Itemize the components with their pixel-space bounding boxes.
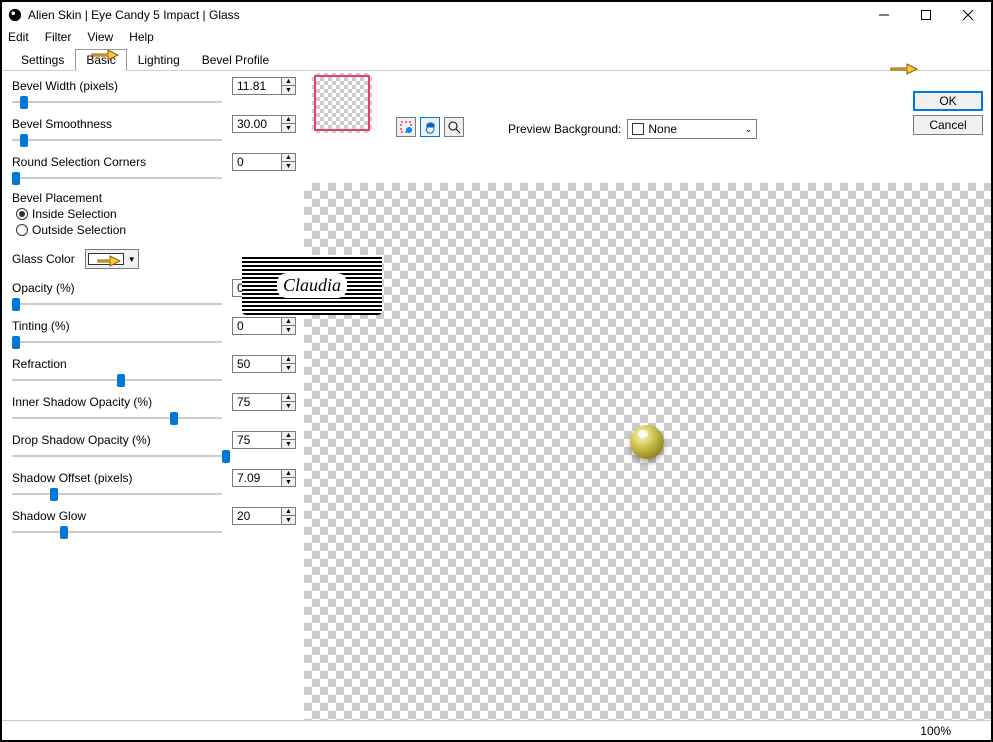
preview-background-dropdown[interactable]: None ⌄ <box>627 119 757 139</box>
slider-bevel-width[interactable] <box>12 97 222 107</box>
radio-outside-selection[interactable]: Outside Selection <box>12 223 296 237</box>
label-opacity: Opacity (%) <box>12 281 75 295</box>
slider-tinting[interactable] <box>12 337 222 347</box>
preview-area: Preview Background: None ⌄ OK Cancel Cla… <box>304 71 991 721</box>
pointer-hand-icon <box>96 252 122 268</box>
input-drop-shadow[interactable]: ▲▼ <box>232 431 296 449</box>
label-refraction: Refraction <box>12 357 67 371</box>
label-bevel-placement: Bevel Placement <box>12 191 102 205</box>
label-bevel-width: Bevel Width (pixels) <box>12 79 118 93</box>
close-button[interactable] <box>947 3 989 27</box>
none-swatch-icon <box>632 123 644 135</box>
label-drop-shadow: Drop Shadow Opacity (%) <box>12 433 151 447</box>
ok-button[interactable]: OK <box>913 91 983 111</box>
slider-inner-shadow[interactable] <box>12 413 222 423</box>
label-inner-shadow: Inner Shadow Opacity (%) <box>12 395 152 409</box>
input-bevel-smooth[interactable]: ▲▼ <box>232 115 296 133</box>
zoom-tool-icon[interactable] <box>444 117 464 137</box>
label-glass-color: Glass Color <box>12 252 75 266</box>
app-icon <box>8 8 22 22</box>
tab-lighting[interactable]: Lighting <box>127 49 191 71</box>
glass-color-picker[interactable]: ▼ <box>85 249 139 269</box>
tab-bevel-profile[interactable]: Bevel Profile <box>191 49 280 71</box>
zoom-level: 100% <box>920 724 951 738</box>
slider-shadow-offset[interactable] <box>12 489 222 499</box>
spin-up-icon[interactable]: ▲ <box>282 78 295 86</box>
menu-help[interactable]: Help <box>129 30 154 44</box>
label-preview-background: Preview Background: <box>508 122 621 136</box>
titlebar: Alien Skin | Eye Candy 5 Impact | Glass <box>2 2 991 28</box>
hand-tool-icon[interactable] <box>420 117 440 137</box>
menu-view[interactable]: View <box>87 30 113 44</box>
label-shadow-offset: Shadow Offset (pixels) <box>12 471 133 485</box>
menu-filter[interactable]: Filter <box>45 30 72 44</box>
menubar: Edit Filter View Help <box>2 28 991 46</box>
preview-thumbnail[interactable] <box>312 73 372 133</box>
label-shadow-glow: Shadow Glow <box>12 509 86 523</box>
radio-inside-selection[interactable]: Inside Selection <box>12 207 296 221</box>
tab-settings[interactable]: Settings <box>10 49 75 71</box>
input-inner-shadow[interactable]: ▲▼ <box>232 393 296 411</box>
tabs: Settings Basic Lighting Bevel Profile <box>2 48 991 71</box>
label-tinting: Tinting (%) <box>12 319 70 333</box>
glass-sphere-preview <box>630 425 664 459</box>
slider-refraction[interactable] <box>12 375 222 385</box>
input-round-sel[interactable]: ▲▼ <box>232 153 296 171</box>
cancel-button[interactable]: Cancel <box>913 115 983 135</box>
chevron-down-icon: ▼ <box>128 255 136 264</box>
input-refraction[interactable]: ▲▼ <box>232 355 296 373</box>
tab-basic[interactable]: Basic <box>75 49 126 71</box>
slider-bevel-smooth[interactable] <box>12 135 222 145</box>
input-bevel-width[interactable]: ▲▼ <box>232 77 296 95</box>
preview-canvas[interactable]: Claudia <box>304 183 991 721</box>
maximize-button[interactable] <box>905 3 947 27</box>
slider-drop-shadow[interactable] <box>12 451 222 461</box>
input-shadow-glow[interactable]: ▲▼ <box>232 507 296 525</box>
label-round-sel: Round Selection Corners <box>12 155 146 169</box>
slider-round-sel[interactable] <box>12 173 222 183</box>
slider-opacity[interactable] <box>12 299 222 309</box>
statusbar: 100% <box>2 720 991 740</box>
selection-tool-icon[interactable] <box>396 117 416 137</box>
label-bevel-smooth: Bevel Smoothness <box>12 117 112 131</box>
menu-edit[interactable]: Edit <box>8 30 29 44</box>
slider-shadow-glow[interactable] <box>12 527 222 537</box>
input-shadow-offset[interactable]: ▲▼ <box>232 469 296 487</box>
chevron-down-icon: ⌄ <box>745 124 753 135</box>
window-title: Alien Skin | Eye Candy 5 Impact | Glass <box>28 8 863 22</box>
watermark: Claudia <box>242 255 382 315</box>
settings-panel: Bevel Width (pixels) ▲▼ Bevel Smoothness… <box>2 71 304 721</box>
minimize-button[interactable] <box>863 3 905 27</box>
spin-down-icon[interactable]: ▼ <box>282 86 295 94</box>
input-tinting[interactable]: ▲▼ <box>232 317 296 335</box>
